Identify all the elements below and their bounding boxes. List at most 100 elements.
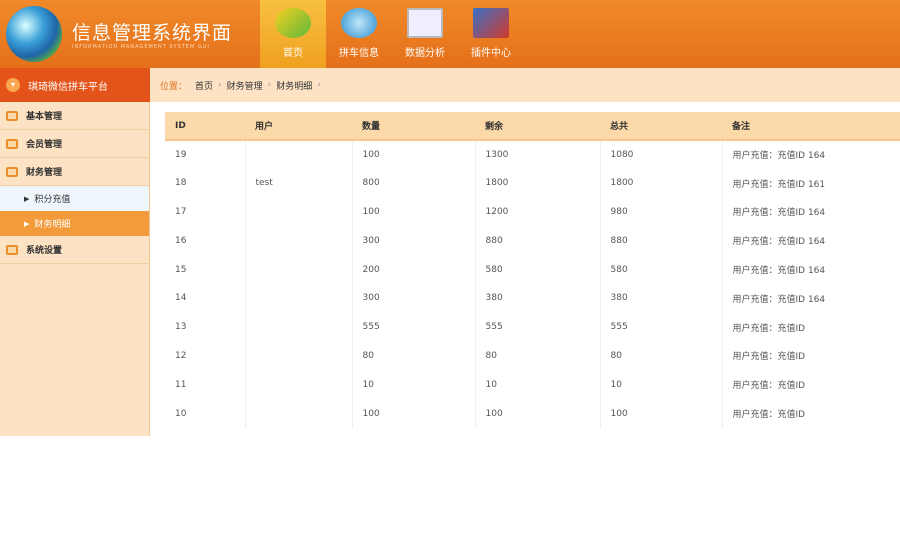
table-row[interactable]: 12 80 80 80 用户充值：充值ID (165, 341, 900, 371)
app-window: 信息管理系统界面 INFORMATION MANAGEMENT SYSTEM G… (0, 0, 900, 436)
column-header: 用户 (245, 112, 352, 141)
app-subtitle: INFORMATION MANAGEMENT SYSTEM GUI (72, 44, 210, 50)
column-header: ID (165, 112, 245, 141)
header: 信息管理系统界面 INFORMATION MANAGEMENT SYSTEM G… (0, 0, 900, 68)
table-row[interactable]: 18 test 800 1800 1800 用户充值：充值ID 161 (165, 168, 900, 198)
nav-carpool-info[interactable]: 拼车信息 (326, 0, 392, 68)
table-cell: 12 (165, 341, 246, 371)
table-cell: 10 (475, 370, 601, 400)
chart-board-icon (407, 8, 443, 38)
table-cell: 1300 (475, 140, 601, 169)
table-cell: 用户充值：充值ID (722, 341, 900, 371)
breadcrumb: 位置： 首页 › 财务管理 › 财务明细 › (150, 68, 900, 102)
breadcrumb-finance-detail[interactable]: 财务明细 (276, 79, 312, 92)
table-row[interactable]: 11 10 10 10 用户充值：充值ID (165, 370, 900, 400)
table-cell: 10 (600, 370, 723, 400)
table-cell: 100 (352, 197, 476, 227)
table-cell: 200 (352, 255, 476, 284)
table-cell (245, 255, 353, 284)
sidebar-item-basic[interactable]: 基本管理 (0, 102, 149, 130)
table-cell: 用户充值：充值ID 164 (722, 283, 900, 313)
breadcrumb-finance[interactable]: 财务管理 (227, 79, 263, 92)
table-cell: 100 (600, 399, 723, 428)
table-row[interactable]: 13 555 555 555 用户充值：充值ID (165, 312, 900, 342)
column-header: 备注 (722, 112, 900, 141)
table-cell: 100 (352, 399, 476, 428)
table-cell: 用户充值：充值ID (722, 312, 900, 342)
chat-icon (6, 244, 18, 255)
table-cell: 80 (600, 341, 723, 371)
table-cell (245, 197, 353, 227)
table-cell (245, 312, 353, 342)
sidebar-item-members[interactable]: 会员管理 (0, 130, 149, 158)
table-cell (245, 283, 353, 313)
table-cell: 用户充值：充值ID 164 (722, 140, 900, 169)
sidebar-sub-label: 积分充值 (34, 195, 71, 205)
table-cell: 880 (600, 226, 723, 256)
finance-table: ID 用户 数量 剩余 总共 备注 19 100 1300 1080 用户充值：充值ID 164 1… (165, 112, 900, 428)
column-header: 数量 (352, 112, 475, 141)
table-row[interactable]: 15 200 580 580 用户充值：充值ID 164 (165, 255, 900, 284)
table-cell: 580 (600, 255, 723, 284)
chevron-right-icon: › (267, 80, 272, 90)
table-cell: 80 (475, 341, 601, 371)
sidebar-item-label: 财务管理 (26, 168, 63, 178)
sidebar-item-settings[interactable]: 系统设置 (0, 236, 149, 264)
table-cell (245, 341, 353, 371)
table-cell: 1080 (600, 140, 723, 169)
sidebar-sub-recharge[interactable]: ▶ 积分充值 (0, 186, 149, 211)
table-cell: 980 (600, 197, 723, 227)
column-header: 总共 (600, 112, 722, 141)
table-cell: 1800 (475, 168, 601, 198)
nav-plugin-center[interactable]: 插件中心 (458, 0, 524, 68)
chat-icon (6, 138, 18, 149)
nav-home[interactable]: 首页 (260, 0, 326, 68)
table-row[interactable]: 16 300 880 880 用户充值：充值ID 164 (165, 226, 900, 256)
table-row[interactable]: 19 100 1300 1080 用户充值：充值ID 164 (165, 140, 900, 169)
table-cell (245, 226, 353, 256)
table-cell: 用户充值：充值ID 164 (722, 255, 900, 284)
chevron-right-icon: › (317, 80, 321, 90)
home-leaf-icon (275, 8, 311, 38)
chat-icon (6, 166, 18, 177)
nav-label: 首页 (283, 48, 303, 59)
table-cell: 用户充值：充值ID (722, 399, 900, 428)
breadcrumb-home[interactable]: 首页 (195, 79, 213, 92)
table-row[interactable]: 10 100 100 100 用户充值：充值ID (165, 399, 900, 428)
table-row[interactable]: 14 300 380 380 用户充值：充值ID 164 (165, 283, 900, 313)
table-cell (245, 399, 353, 428)
triangle-right-icon: ▶ (24, 219, 30, 228)
table-cell: 1800 (600, 168, 723, 198)
table-cell: 100 (352, 140, 476, 169)
sidebar-sub-label: 财务明细 (34, 220, 71, 230)
table-cell: 555 (352, 312, 476, 342)
sidebar-item-finance[interactable]: 财务管理 (0, 158, 149, 186)
globe-search-icon (341, 8, 377, 38)
table-header: ID 用户 数量 剩余 总共 备注 (165, 112, 900, 141)
table-cell: 17 (165, 197, 246, 227)
table-row[interactable]: 17 100 1200 980 用户充值：充值ID 164 (165, 197, 900, 227)
triangle-right-icon: ▶ (24, 194, 30, 203)
table-cell: 580 (475, 255, 601, 284)
sidebar-item-label: 会员管理 (26, 140, 63, 150)
table-cell: 18 (165, 168, 246, 198)
sidebar-title-text: 琪琦微信拼车平台 (28, 81, 108, 93)
table-cell: 1200 (475, 197, 601, 227)
breadcrumb-label: 位置： (160, 81, 188, 92)
table-cell: 用户充值：充值ID 164 (722, 197, 900, 227)
chevron-down-icon: ▾ (6, 78, 20, 92)
column-header: 剩余 (475, 112, 600, 141)
table-cell: 380 (600, 283, 723, 313)
table-cell: 16 (165, 226, 246, 256)
table-cell: 用户充值：充值ID (722, 370, 900, 400)
table-cell: 10 (165, 399, 246, 428)
table-cell: 380 (475, 283, 601, 313)
table-cell: 用户充值：充值ID 164 (722, 226, 900, 256)
table-cell: 880 (475, 226, 601, 256)
table-cell: 100 (475, 399, 601, 428)
table-cell: 80 (352, 341, 476, 371)
chevron-right-icon: › (218, 80, 222, 90)
nav-data-analysis[interactable]: 数据分析 (392, 0, 458, 68)
sidebar-sub-finance-detail[interactable]: ▶ 财务明细 (0, 211, 149, 236)
content: ID 用户 数量 剩余 总共 备注 19 100 1300 1080 用户充值：充值ID 164 1… (151, 102, 900, 436)
